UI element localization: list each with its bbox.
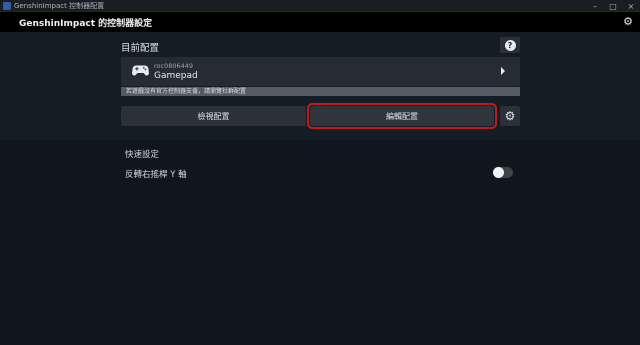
invert-right-stick-toggle[interactable]	[493, 167, 513, 178]
window-controls: – □ ×	[586, 0, 640, 12]
gamepad-icon	[132, 65, 149, 76]
page-title: GenshinImpact 的控制器設定	[19, 18, 153, 29]
toggle-knob	[493, 167, 504, 178]
gear-icon[interactable]: ⚙	[500, 106, 520, 126]
window-titlebar: GenshinImpact 控制器配置 – □ ×	[0, 0, 640, 12]
chevron-right-icon	[501, 67, 505, 75]
help-button[interactable]: ?	[500, 37, 520, 53]
community-config-notice[interactable]: 若遊戲沒有官方控制器支援，請瀏覽社群配置	[121, 87, 520, 96]
help-icon: ?	[504, 39, 516, 51]
invert-right-stick-row: 反轉右搖桿 Y 軸	[121, 164, 520, 182]
browse-configs-button[interactable]: 檢視配置	[121, 106, 306, 126]
gear-icon[interactable]: ⚙	[622, 16, 634, 28]
current-config-card[interactable]: roc0806449 Gamepad	[121, 57, 520, 86]
invert-right-stick-label: 反轉右搖桿 Y 軸	[125, 170, 187, 180]
current-config-title: 目前配置	[121, 43, 160, 54]
config-device-name: Gamepad	[154, 71, 198, 81]
page-header: GenshinImpact 的控制器設定 ⚙	[0, 12, 640, 32]
minimize-button[interactable]: –	[586, 0, 604, 12]
app-icon	[3, 1, 11, 10]
maximize-button[interactable]: □	[604, 0, 622, 12]
close-button[interactable]: ×	[622, 0, 640, 12]
window-title: GenshinImpact 控制器配置	[14, 1, 105, 10]
quick-settings-title: 快速設定	[125, 150, 160, 160]
edit-config-button[interactable]: 編輯配置	[307, 103, 497, 129]
config-author: roc0806449	[154, 62, 194, 70]
